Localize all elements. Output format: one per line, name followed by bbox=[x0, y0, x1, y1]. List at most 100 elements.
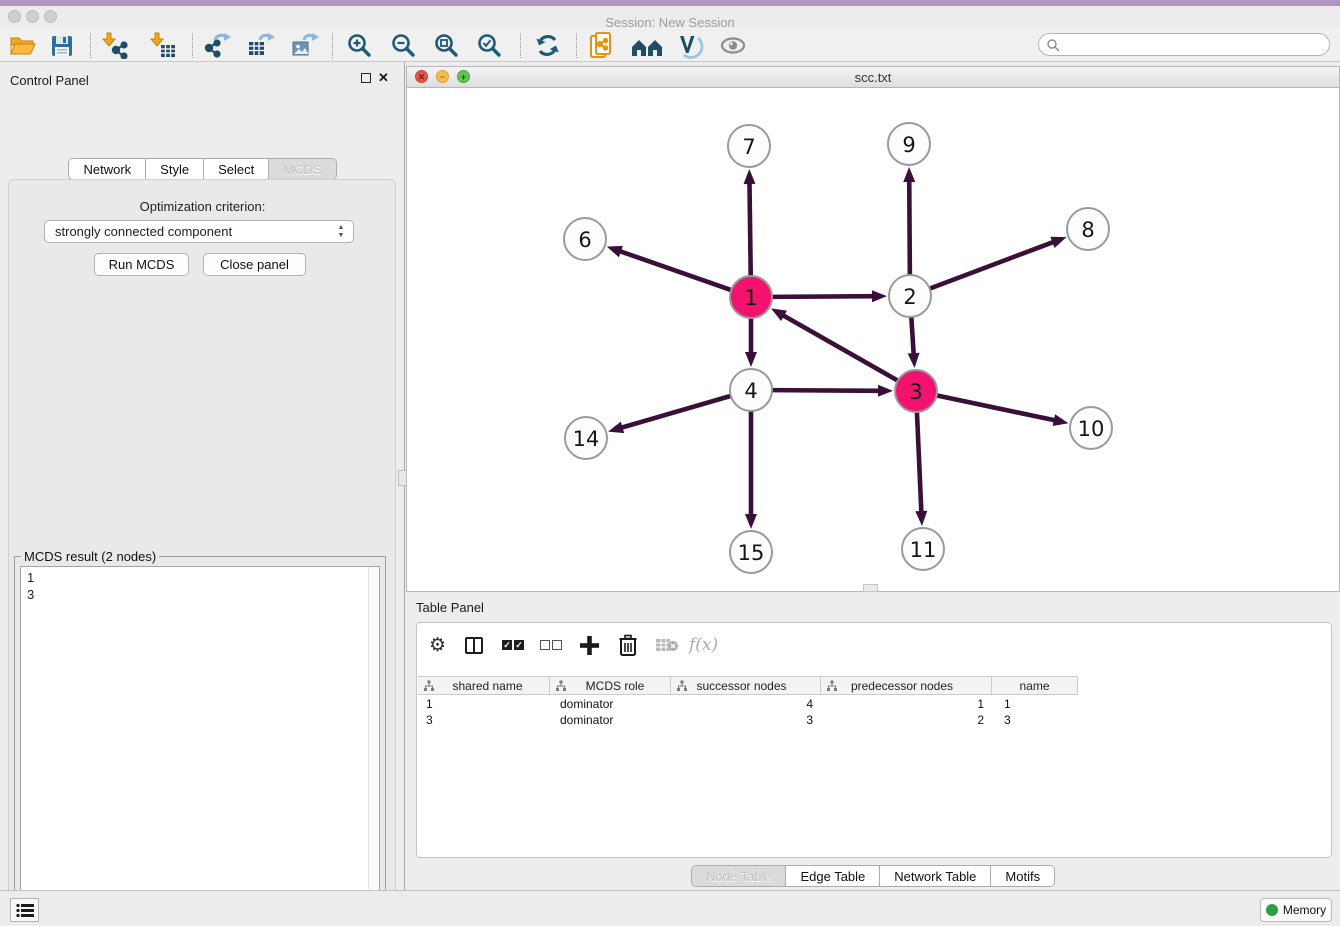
graph-node-3[interactable]: 3 bbox=[895, 370, 937, 412]
close-panel-button[interactable]: Close panel bbox=[203, 253, 306, 276]
cell-mcds-role[interactable]: dominator bbox=[550, 712, 671, 728]
edge-arrowhead bbox=[1053, 414, 1069, 426]
tab-network[interactable]: Network bbox=[69, 159, 146, 179]
application-window: Session: New Session bbox=[0, 0, 1340, 926]
column-header-shared-name[interactable]: shared name bbox=[418, 677, 550, 694]
select-all-button[interactable]: ✓ ✓ bbox=[502, 633, 524, 657]
column-header-predecessor-nodes[interactable]: predecessor nodes bbox=[821, 677, 992, 694]
tab-network-table[interactable]: Network Table bbox=[880, 866, 991, 886]
zoom-selected-button[interactable] bbox=[476, 32, 503, 59]
node-label: 10 bbox=[1078, 417, 1105, 441]
graph-edge-3-11[interactable] bbox=[917, 412, 921, 513]
graph-node-1[interactable]: 1 bbox=[730, 276, 772, 318]
graph-node-14[interactable]: 14 bbox=[565, 417, 607, 459]
graph-node-2[interactable]: 2 bbox=[889, 275, 931, 317]
graph-edge-4-3[interactable] bbox=[772, 390, 880, 391]
horizontal-splitter-handle[interactable] bbox=[863, 584, 878, 592]
column-header-mcds-role[interactable]: MCDS role bbox=[550, 677, 671, 694]
graph-edge-4-14[interactable] bbox=[621, 396, 731, 428]
tab-node-table[interactable]: Node Table bbox=[692, 866, 787, 886]
network-window-titlebar[interactable]: ✕ − + scc.txt bbox=[407, 67, 1339, 88]
graph-edge-1-6[interactable] bbox=[619, 251, 731, 290]
graph-edge-3-10[interactable] bbox=[937, 395, 1056, 420]
column-label: name bbox=[1019, 679, 1049, 693]
zoom-in-button[interactable] bbox=[346, 32, 373, 59]
criterion-dropdown[interactable]: strongly connected component ▲▼ bbox=[44, 220, 354, 243]
task-history-button[interactable] bbox=[10, 898, 39, 922]
memory-button[interactable]: Memory bbox=[1260, 898, 1332, 922]
graph-edge-2-9[interactable] bbox=[909, 180, 910, 275]
fx-icon: f(x) bbox=[689, 635, 718, 655]
new-network-from-selection-button[interactable] bbox=[588, 32, 616, 59]
graph-edge-1-2[interactable] bbox=[772, 296, 874, 297]
tab-motifs[interactable]: Motifs bbox=[991, 866, 1054, 886]
search-field[interactable] bbox=[1038, 33, 1330, 56]
graph-edge-2-8[interactable] bbox=[930, 242, 1055, 289]
table-panel-tabs: Node Table Edge Table Network Table Moti… bbox=[406, 865, 1340, 887]
result-scrollbar[interactable] bbox=[368, 567, 379, 925]
show-columns-button[interactable] bbox=[465, 633, 483, 657]
graph-node-4[interactable]: 4 bbox=[730, 369, 772, 411]
graph-edge-1-7[interactable] bbox=[749, 182, 750, 276]
open-session-button[interactable] bbox=[8, 32, 36, 59]
graph-node-9[interactable]: 9 bbox=[888, 123, 930, 165]
export-image-button[interactable] bbox=[290, 32, 320, 59]
close-panel-icon[interactable]: ✕ bbox=[378, 72, 389, 84]
graph-node-10[interactable]: 10 bbox=[1070, 407, 1112, 449]
control-panel: Control Panel ✕ Network Style Select MCD… bbox=[0, 62, 405, 890]
float-panel-icon[interactable] bbox=[361, 73, 371, 83]
tab-mcds[interactable]: MCDS bbox=[269, 159, 335, 179]
graph-node-15[interactable]: 15 bbox=[730, 531, 772, 573]
cell-predecessor-nodes[interactable]: 1 bbox=[821, 696, 992, 712]
add-column-button[interactable] bbox=[579, 633, 600, 657]
deselect-all-button[interactable] bbox=[540, 633, 562, 657]
table-settings-button[interactable]: ⚙ bbox=[429, 633, 446, 657]
cell-shared-name[interactable]: 3 bbox=[418, 712, 550, 728]
network-canvas[interactable]: 7 9 6 8 1 2 4 3 14 10 15 11 bbox=[407, 88, 1339, 591]
tab-select[interactable]: Select bbox=[204, 159, 269, 179]
tab-style[interactable]: Style bbox=[146, 159, 204, 179]
function-builder-button[interactable]: f(x) bbox=[689, 633, 718, 657]
cell-predecessor-nodes[interactable]: 2 bbox=[821, 712, 992, 728]
cell-successor-nodes[interactable]: 4 bbox=[671, 696, 821, 712]
graph-node-8[interactable]: 8 bbox=[1067, 208, 1109, 250]
column-header-successor-nodes[interactable]: successor nodes bbox=[671, 677, 821, 694]
edge-arrowhead bbox=[744, 169, 756, 184]
refresh-view-button[interactable] bbox=[534, 32, 562, 59]
main-toolbar bbox=[0, 28, 1340, 62]
graph-edge-2-3[interactable] bbox=[911, 317, 913, 355]
zoom-fit-button[interactable] bbox=[433, 32, 460, 59]
tab-edge-table[interactable]: Edge Table bbox=[786, 866, 880, 886]
cell-successor-nodes[interactable]: 3 bbox=[671, 712, 821, 728]
vizmapper-button[interactable] bbox=[674, 32, 704, 59]
table-row[interactable]: 3 dominator 3 2 3 bbox=[418, 712, 1078, 728]
import-network-button[interactable] bbox=[100, 32, 128, 59]
home-networks-button[interactable] bbox=[630, 32, 664, 59]
cell-name[interactable]: 3 bbox=[992, 712, 1078, 728]
cell-mcds-role[interactable]: dominator bbox=[550, 696, 671, 712]
vizmapper-icon bbox=[674, 32, 704, 59]
graph-edge-3-1[interactable] bbox=[782, 315, 897, 381]
titlebar[interactable]: Session: New Session bbox=[0, 6, 1340, 28]
hierarchy-icon bbox=[826, 680, 838, 692]
export-table-button[interactable] bbox=[246, 32, 276, 59]
show-hide-button[interactable] bbox=[718, 32, 748, 59]
zoom-out-button[interactable] bbox=[390, 32, 417, 59]
node-label: 1 bbox=[744, 286, 757, 310]
run-mcds-button[interactable]: Run MCDS bbox=[94, 253, 189, 276]
delete-table-button[interactable] bbox=[655, 633, 679, 657]
save-session-button[interactable] bbox=[50, 32, 74, 59]
cell-name[interactable]: 1 bbox=[992, 696, 1078, 712]
cell-shared-name[interactable]: 1 bbox=[418, 696, 550, 712]
export-network-button[interactable] bbox=[202, 32, 232, 59]
graph-node-7[interactable]: 7 bbox=[728, 125, 770, 167]
import-table-button[interactable] bbox=[148, 32, 176, 59]
table-row[interactable]: 1 dominator 4 1 1 bbox=[418, 696, 1078, 712]
table-panel: Table Panel ✕ ⚙ ✓ ✓ bbox=[406, 592, 1340, 890]
column-header-name[interactable]: name bbox=[992, 677, 1078, 694]
graph-node-6[interactable]: 6 bbox=[564, 218, 606, 260]
delete-column-button[interactable] bbox=[618, 633, 638, 657]
mcds-result-text[interactable]: 1 3 bbox=[20, 566, 380, 926]
graph-node-11[interactable]: 11 bbox=[902, 528, 944, 570]
search-input[interactable] bbox=[1060, 38, 1310, 52]
